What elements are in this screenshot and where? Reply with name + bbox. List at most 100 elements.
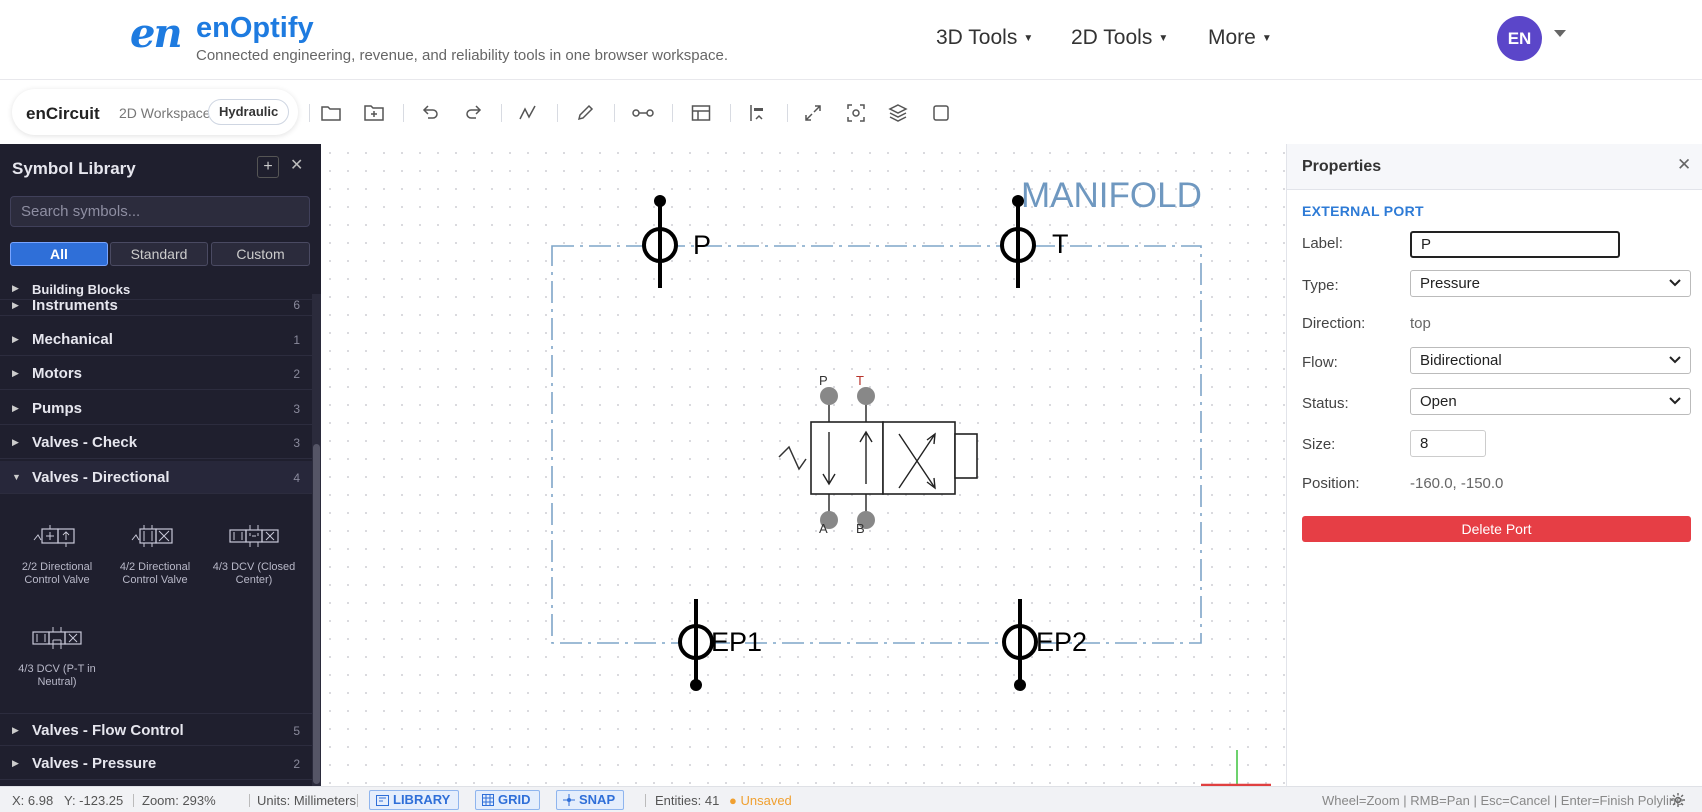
filter-all[interactable]: All (10, 242, 108, 266)
status-divider (133, 794, 134, 807)
direction-field-label: Direction: (1302, 315, 1366, 332)
flow-select[interactable]: Bidirectional (1410, 347, 1691, 374)
folder-open-icon[interactable] (318, 100, 344, 126)
port-label-t: T (1052, 229, 1069, 259)
app-pill: enCircuit 2D Workspace Hydraulic (12, 89, 298, 135)
pen-icon[interactable] (572, 100, 598, 126)
port-label-p: P (693, 230, 711, 260)
nav-3d-tools[interactable]: 3D Tools ▼ (936, 26, 1033, 50)
directional-valve[interactable]: P T A B (778, 373, 978, 536)
symbol-4-3-dcv-pt-neutral[interactable]: 4/3 DCV (P-T in Neutral) (9, 618, 105, 689)
snap-icon (563, 794, 575, 806)
properties-header: Properties ✕ (1287, 144, 1702, 190)
grid-icon (482, 794, 494, 806)
brand-tagline: Connected engineering, revenue, and reli… (196, 47, 728, 64)
category-building-blocks[interactable]: ▶ Building Blocks (0, 278, 312, 300)
zoom-selection-icon[interactable] (843, 100, 869, 126)
category-mechanical[interactable]: ▶ Mechanical 1 (0, 323, 312, 356)
unsaved-indicator: ● Unsaved (729, 793, 792, 808)
toolbar-divider (787, 104, 788, 122)
redo-icon[interactable] (461, 100, 487, 126)
gear-icon[interactable] (1670, 792, 1686, 808)
close-icon[interactable]: ✕ (1677, 155, 1691, 175)
port-label-input[interactable] (1410, 231, 1620, 258)
port-ep1[interactable]: EP1 (678, 599, 762, 691)
fit-view-icon[interactable] (800, 100, 826, 126)
chevron-down-icon (1669, 356, 1681, 364)
status-field-label: Status: (1302, 395, 1349, 412)
category-motors[interactable]: ▶ Motors 2 (0, 357, 312, 390)
entity-count: Entities: 41 (655, 793, 720, 808)
chevron-right-icon: ▶ (12, 437, 19, 447)
category-instruments[interactable]: ▶ Instruments 6 (0, 300, 312, 316)
category-valves-pressure[interactable]: ▶ Valves - Pressure 2 (0, 747, 312, 780)
port-ep2[interactable]: EP2 (1002, 599, 1087, 691)
table-icon[interactable] (688, 100, 714, 126)
chevron-down-icon (1669, 397, 1681, 405)
status-select[interactable]: Open (1410, 388, 1691, 415)
filter-custom[interactable]: Custom (211, 242, 310, 266)
search-input[interactable] (10, 196, 310, 227)
valve-symbol-icon (107, 516, 203, 556)
category-valves-directional[interactable]: ▼ Valves - Directional 4 (0, 461, 312, 494)
layers-icon[interactable] (885, 100, 911, 126)
brand-name[interactable]: enOptify (196, 12, 314, 45)
snap-toggle[interactable]: SNAP (556, 790, 625, 810)
grid-toggle[interactable]: GRID (475, 790, 540, 810)
status-divider (357, 794, 358, 807)
valve-symbol-icon (9, 618, 105, 658)
drawing-canvas[interactable]: MANIFOLD P T EP1 EP2 P T A B (321, 144, 1286, 786)
size-input[interactable] (1410, 430, 1486, 457)
close-icon[interactable]: ✕ (290, 155, 303, 175)
position-field-label: Position: (1302, 475, 1360, 492)
chevron-right-icon: ▶ (12, 300, 19, 310)
undo-icon[interactable] (417, 100, 443, 126)
library-icon (376, 794, 389, 806)
polyline-icon[interactable] (515, 100, 541, 126)
caret-down-icon: ▼ (1261, 32, 1272, 44)
symbol-4-3-dcv-closed[interactable]: 4/3 DCV (Closed Center) (206, 516, 302, 587)
nav-more[interactable]: More ▼ (1208, 26, 1272, 50)
category-valves-check[interactable]: ▶ Valves - Check 3 (0, 426, 312, 459)
add-symbol-button[interactable]: + (257, 156, 279, 178)
logo-mark[interactable]: en (130, 10, 183, 57)
valve-port-b: B (856, 521, 865, 536)
chevron-down-icon: ▼ (12, 472, 21, 482)
category-valves-flow-control[interactable]: ▶ Valves - Flow Control 5 (0, 713, 312, 746)
chevron-down-icon (1669, 279, 1681, 287)
avatar-menu-icon[interactable] (1554, 30, 1566, 37)
sidebar-scrollbar-thumb[interactable] (313, 444, 320, 784)
symbol-2-2-dcv[interactable]: 2/2 Directional Control Valve (9, 516, 105, 587)
mode-badge[interactable]: Hydraulic (208, 99, 290, 125)
library-toggle[interactable]: LIBRARY (369, 790, 460, 810)
chevron-right-icon: ▶ (12, 758, 19, 768)
avatar[interactable]: EN (1497, 16, 1542, 61)
shortcut-hint: Wheel=Zoom | RMB=Pan | Esc=Cancel | Ente… (1322, 793, 1684, 808)
chevron-right-icon: ▶ (12, 368, 19, 378)
symbol-label: 4/2 Directional Control Valve (119, 561, 191, 586)
frame-icon[interactable] (928, 100, 954, 126)
toolbar-divider (614, 104, 615, 122)
symbol-label: 4/3 DCV (P-T in Neutral) (18, 663, 96, 688)
direction-value: top (1410, 315, 1431, 332)
delete-port-button[interactable]: Delete Port (1302, 516, 1691, 542)
chevron-right-icon: ▶ (12, 403, 19, 413)
symbol-label: 2/2 Directional Control Valve (21, 561, 93, 586)
nav-2d-tools[interactable]: 2D Tools ▼ (1071, 26, 1168, 50)
new-file-icon[interactable] (361, 100, 387, 126)
panel-title: Properties (1302, 158, 1382, 175)
properties-panel: Properties ✕ EXTERNAL PORT Label: Type: … (1286, 144, 1702, 786)
port-p[interactable]: P (642, 195, 711, 288)
symbol-4-2-dcv[interactable]: 4/2 Directional Control Valve (107, 516, 203, 587)
manifold-label: MANIFOLD (1021, 176, 1202, 215)
panel-title: Symbol Library (12, 159, 136, 178)
align-icon[interactable] (745, 100, 771, 126)
caret-down-icon: ▼ (1158, 32, 1169, 44)
toolbar-divider (403, 104, 404, 122)
connect-icon[interactable] (630, 100, 656, 126)
valve-port-t: T (856, 373, 864, 388)
category-pumps[interactable]: ▶ Pumps 3 (0, 392, 312, 425)
filter-standard[interactable]: Standard (110, 242, 208, 266)
type-select[interactable]: Pressure (1410, 270, 1691, 297)
app-header: en enOptify Connected engineering, reven… (0, 0, 1702, 80)
